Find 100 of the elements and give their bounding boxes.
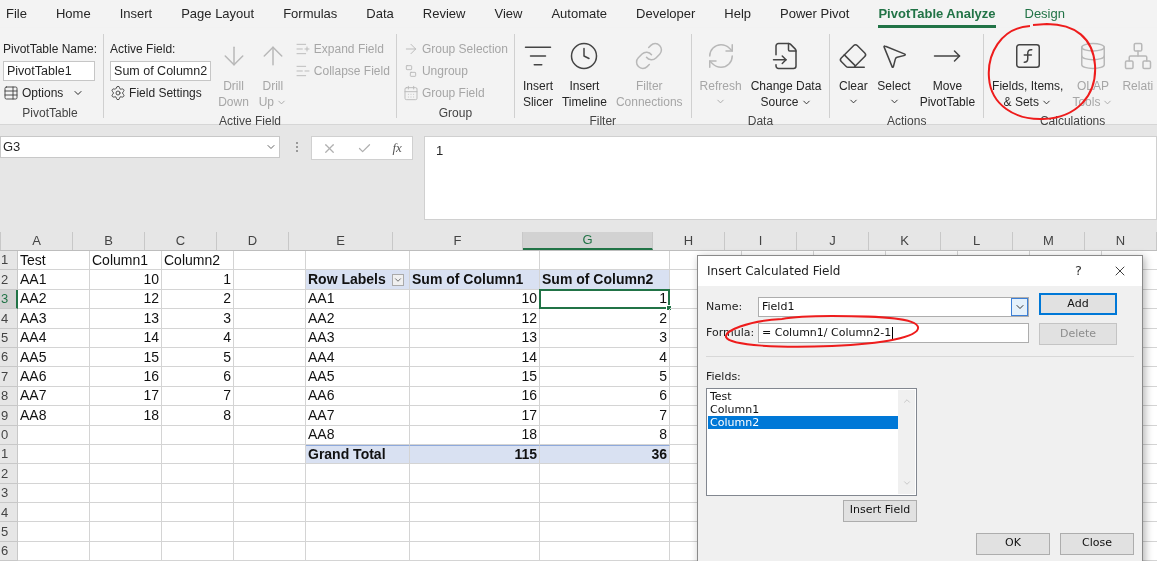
list-item[interactable]: Column2 (708, 415, 898, 429)
row-header[interactable]: 6 (0, 541, 18, 561)
table-cell: 16 (90, 367, 162, 387)
ok-button[interactable]: OK (976, 532, 1050, 555)
table-cell (234, 328, 306, 348)
filter-dropdown-icon[interactable] (391, 273, 404, 286)
column-header[interactable]: M (1013, 232, 1085, 250)
ribbon-button[interactable]: Select (875, 34, 913, 114)
table-cell: Column1 (90, 251, 162, 271)
field-label: Fields: (706, 369, 742, 385)
ribbon-button[interactable]: Field Settings (110, 82, 212, 104)
ribbon-tab[interactable]: Data (366, 0, 394, 28)
column-header[interactable]: K (869, 232, 941, 250)
ribbon-tab[interactable]: File (6, 0, 27, 28)
text-field[interactable]: PivotTable1 (3, 61, 95, 81)
table-cell (18, 541, 90, 561)
column-header[interactable]: A (1, 232, 73, 250)
table-cell (162, 444, 234, 465)
row-header[interactable]: 8 (0, 386, 18, 407)
ribbon-tab[interactable]: Design (1024, 0, 1065, 28)
ribbon-button[interactable]: Options (3, 82, 98, 104)
table-cell (234, 386, 306, 407)
table-cell (18, 444, 90, 465)
row-header[interactable]: 0 (0, 425, 18, 445)
table-cell (18, 522, 90, 542)
table-cell: Grand Total (306, 444, 410, 465)
column-header[interactable]: N (1085, 232, 1157, 250)
table-cell (18, 425, 90, 445)
table-cell: AA7 (18, 386, 90, 407)
dialog-title: Insert Calculated Field (707, 263, 842, 280)
row-header[interactable]: 3 (0, 483, 18, 504)
insert-field-button[interactable]: Insert Field (843, 499, 917, 522)
row-header[interactable]: 6 (0, 347, 18, 368)
fields-list[interactable]: Test Column1 Column2 (706, 387, 917, 496)
close-button[interactable]: Close (1060, 532, 1134, 555)
row-header[interactable]: 5 (0, 522, 18, 542)
ribbon-tab[interactable]: Insert (119, 0, 153, 28)
table-cell: 15 (90, 347, 162, 368)
table-cell: 36 (540, 444, 670, 465)
text-field[interactable]: Sum of Column2 (110, 61, 212, 81)
table-cell: 8 (162, 406, 234, 426)
row-header[interactable]: 4 (0, 309, 18, 329)
ribbon-tab[interactable]: Review (422, 0, 466, 28)
row-header[interactable]: 9 (0, 406, 18, 426)
column-header[interactable]: J (797, 232, 869, 250)
network-icon (1122, 41, 1153, 71)
help-button[interactable]: ? (1075, 261, 1082, 281)
row-header[interactable]: 1 (0, 444, 18, 465)
ribbon-tab[interactable]: Help (724, 0, 752, 28)
ribbon-button[interactable]: Insert Timeline (559, 34, 609, 114)
column-header[interactable]: I (725, 232, 797, 250)
column-header[interactable]: C (145, 232, 217, 250)
list-minus-icon (294, 63, 311, 79)
row-header[interactable]: 3 (0, 289, 18, 310)
ribbon-tab[interactable]: Home (55, 0, 91, 28)
ribbon-button[interactable]: Change Data Source (748, 34, 824, 114)
table-cell: 7 (540, 406, 670, 426)
column-header[interactable]: G (523, 232, 653, 250)
column-header[interactable]: B (73, 232, 145, 250)
name-combo-box[interactable]: Field1 (758, 297, 1029, 317)
row-header[interactable]: 5 (0, 328, 18, 348)
row-header[interactable]: 2 (0, 464, 18, 484)
name-box[interactable]: G3 (0, 136, 280, 158)
column-header[interactable]: L (941, 232, 1013, 250)
table-cell (18, 464, 90, 484)
column-header[interactable]: D (217, 232, 289, 250)
ribbon-tab[interactable]: View (494, 0, 523, 28)
row-header[interactable]: 2 (0, 270, 18, 290)
table-cell: 3 (162, 309, 234, 329)
table-cell: 13 (90, 309, 162, 329)
table-cell (234, 347, 306, 368)
row-header[interactable]: 1 (0, 251, 18, 271)
dialog-button[interactable]: Add (1039, 293, 1117, 315)
table-cell (234, 483, 306, 504)
row-header[interactable]: 7 (0, 367, 18, 387)
ribbon-button[interactable]: Clear (836, 34, 871, 114)
ribbon-tab[interactable]: Developer (636, 0, 696, 28)
insert-function-button[interactable]: fx (392, 138, 402, 158)
table-cell: 4 (540, 347, 670, 368)
list-item[interactable]: Test (708, 389, 898, 403)
column-header[interactable]: E (289, 232, 393, 250)
ribbon-tab[interactable]: Page Layout (181, 0, 255, 28)
list-item[interactable]: Column1 (708, 402, 898, 416)
table-cell: Column2 (162, 251, 234, 271)
formula-input[interactable]: = Column1/ Column2-1 (758, 323, 1029, 343)
ribbon-tab[interactable]: Automate (551, 0, 608, 28)
ribbon-button[interactable]: Move PivotTable (917, 34, 978, 114)
table-cell: AA5 (18, 347, 90, 368)
table-cell: 18 (90, 406, 162, 426)
table-cell: 115 (410, 444, 540, 465)
column-header[interactable]: H (653, 232, 725, 250)
ribbon-button[interactable]: Fields, Items, & Sets (990, 34, 1066, 114)
table-cell: AA2 (18, 289, 90, 310)
table-cell (162, 522, 234, 542)
ribbon-tab[interactable]: Formulas (283, 0, 338, 28)
ribbon-button[interactable]: Insert Slicer (520, 34, 555, 114)
row-header[interactable]: 4 (0, 503, 18, 523)
group-label: Calculations (1038, 113, 1107, 130)
formula-field[interactable]: 1 (424, 136, 1157, 220)
ribbon-tab[interactable]: Power Pivot (780, 0, 850, 28)
